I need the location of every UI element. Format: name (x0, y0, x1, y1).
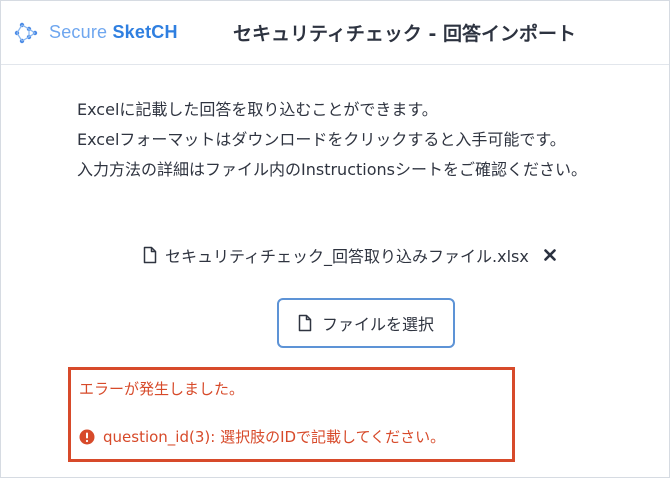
header: Secure SketCH セキュリティチェック - 回答インポート (1, 1, 669, 65)
logo-text-secure: Secure (49, 22, 108, 42)
selected-file: セキュリティチェック_回答取り込みファイル.xlsx (143, 243, 557, 267)
error-detail: question_id(3): 選択肢のIDで記載してください。 (79, 426, 445, 447)
description: Excelに記載した回答を取り込むことができます。 Excelフォーマットはダウ… (77, 95, 587, 185)
select-file-button[interactable]: ファイルを選択 (277, 298, 455, 348)
document-icon (298, 314, 312, 332)
description-line-1: Excelに記載した回答を取り込むことができます。 (77, 100, 438, 119)
alert-circle-icon (79, 429, 95, 444)
description-line-3: 入力方法の詳細はファイル内のInstructionsシートをご確認ください。 (77, 160, 587, 179)
import-dialog: Secure SketCH セキュリティチェック - 回答インポート Excel… (0, 0, 670, 478)
error-panel: エラーが発生しました。 question_id(3): 選択肢のIDで記載してく… (68, 367, 515, 462)
close-icon[interactable] (543, 248, 557, 262)
logo-text: Secure SketCH (49, 22, 178, 43)
app-logo: Secure SketCH (13, 20, 178, 46)
description-line-2: Excelフォーマットはダウンロードをクリックすると入手可能です。 (77, 130, 566, 149)
dialog-content: Excelに記載した回答を取り込むことができます。 Excelフォーマットはダウ… (1, 65, 669, 477)
error-title: エラーが発生しました。 (79, 380, 245, 398)
selected-file-name: セキュリティチェック_回答取り込みファイル.xlsx (165, 247, 529, 266)
page-title: セキュリティチェック - 回答インポート (233, 23, 576, 45)
error-message: question_id(3): 選択肢のIDで記載してください。 (103, 428, 446, 446)
document-icon (143, 246, 157, 264)
logo-text-sketch: SketCH (112, 22, 178, 42)
select-file-button-label: ファイルを選択 (321, 315, 434, 334)
network-logo-icon (14, 22, 38, 43)
